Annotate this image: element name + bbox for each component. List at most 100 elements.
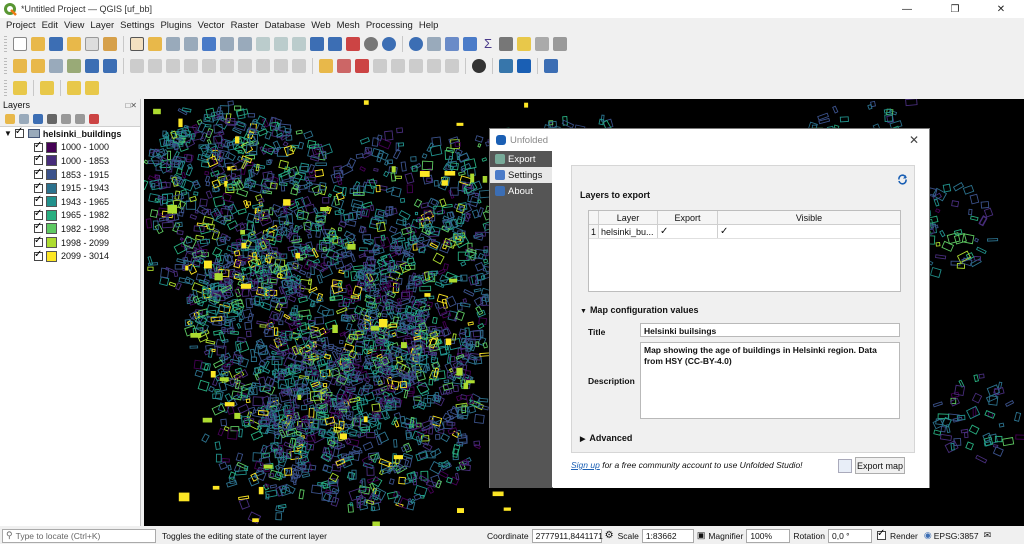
legend-item-checkbox[interactable] bbox=[34, 208, 43, 220]
menu-processing[interactable]: Processing bbox=[363, 20, 416, 31]
nav-about[interactable]: About bbox=[490, 183, 552, 199]
visibility-icon[interactable] bbox=[33, 113, 43, 124]
edit-tool-4-icon[interactable] bbox=[184, 59, 198, 73]
label-tool-5-icon[interactable] bbox=[391, 59, 405, 73]
zoom-next-icon[interactable] bbox=[292, 37, 306, 51]
description-textarea[interactable]: Map showing the age of buildings in Hels… bbox=[640, 342, 900, 419]
zoom-native-icon[interactable] bbox=[256, 37, 270, 51]
toolbar-handle[interactable] bbox=[4, 58, 7, 74]
refresh-icon[interactable] bbox=[382, 37, 396, 51]
label-tool-2-icon[interactable] bbox=[337, 59, 351, 73]
current-edits-icon[interactable] bbox=[13, 59, 27, 73]
new-layer-icon[interactable] bbox=[103, 59, 117, 73]
toggle-editing-icon[interactable] bbox=[31, 59, 45, 73]
menu-layer[interactable]: Layer bbox=[87, 20, 117, 31]
messages-icon[interactable]: ✉ bbox=[984, 530, 992, 541]
legend-item[interactable]: 1915 - 1943 bbox=[0, 181, 140, 195]
identify-icon[interactable] bbox=[409, 37, 423, 51]
menu-mesh[interactable]: Mesh bbox=[334, 20, 363, 31]
print-layout-icon[interactable] bbox=[85, 37, 99, 51]
plugin-icon[interactable] bbox=[472, 59, 486, 73]
coordinate-field[interactable]: 2777911,8441171 bbox=[531, 528, 603, 543]
cell-export-checkbox[interactable]: ✓ bbox=[658, 225, 718, 238]
legend-item-checkbox[interactable] bbox=[34, 194, 43, 207]
map-config-section[interactable]: ▼ Map configuration values bbox=[580, 305, 698, 315]
close-window-button[interactable]: ✕ bbox=[978, 0, 1024, 18]
processing-icon[interactable] bbox=[463, 37, 477, 51]
dialog-close-button[interactable]: ✕ bbox=[909, 133, 919, 147]
lock-scale-icon[interactable]: ▣ bbox=[697, 530, 706, 541]
help-icon[interactable] bbox=[544, 59, 558, 73]
save-edits-icon[interactable] bbox=[85, 59, 99, 73]
edit-tool-8-icon[interactable] bbox=[256, 59, 270, 73]
advanced-section[interactable]: ▶ Advanced bbox=[580, 433, 632, 443]
legend-item[interactable]: 1982 - 1998 bbox=[0, 221, 140, 236]
menu-project[interactable]: Project bbox=[3, 20, 39, 31]
statistics-icon[interactable]: Σ bbox=[481, 37, 495, 51]
legend-item[interactable]: 1943 - 1965 bbox=[0, 194, 140, 209]
legend-item-checkbox[interactable] bbox=[34, 181, 43, 193]
show-bookmarks-icon[interactable] bbox=[346, 37, 360, 51]
edit-tool-6-icon[interactable] bbox=[220, 59, 234, 73]
edit-tool-1-icon[interactable] bbox=[130, 59, 144, 73]
cell-layer[interactable]: helsinki_bu... bbox=[599, 225, 658, 238]
menu-vector[interactable]: Vector bbox=[195, 20, 228, 31]
legend-item[interactable]: 1853 - 1915 bbox=[0, 167, 140, 182]
rotation-field[interactable]: 0,0 ° bbox=[827, 528, 872, 543]
attribute-table-icon[interactable] bbox=[427, 37, 441, 51]
title-input[interactable]: Helsinki builsings bbox=[640, 323, 900, 337]
text-annotation-icon[interactable] bbox=[553, 37, 567, 51]
maximize-button[interactable]: ❐ bbox=[932, 0, 978, 18]
menu-settings[interactable]: Settings bbox=[117, 20, 157, 31]
layer-row-helsinki-buildings[interactable]: ▼ helsinki_buildings bbox=[0, 126, 140, 141]
collapse-icon[interactable]: ▼ bbox=[4, 129, 12, 138]
menu-raster[interactable]: Raster bbox=[228, 20, 262, 31]
col-visible[interactable]: Visible bbox=[718, 211, 900, 224]
table-row[interactable]: 1 helsinki_bu... ✓ ✓ bbox=[589, 225, 900, 239]
collapse-all-icon[interactable] bbox=[75, 113, 85, 124]
legend-item-checkbox[interactable] bbox=[34, 140, 43, 152]
layer-visibility-checkbox[interactable] bbox=[14, 126, 24, 139]
pan-to-selection-icon[interactable] bbox=[148, 37, 162, 51]
zoom-last-icon[interactable] bbox=[274, 37, 288, 51]
nav-settings[interactable]: Settings bbox=[490, 167, 552, 183]
style-panel-icon[interactable] bbox=[5, 113, 15, 124]
legend-item-checkbox[interactable] bbox=[34, 221, 43, 234]
select-features-icon[interactable] bbox=[13, 81, 27, 95]
signup-link[interactable]: Sign up bbox=[571, 460, 600, 470]
legend-item[interactable]: 1000 - 1000 bbox=[0, 140, 140, 155]
legend-item[interactable]: 1000 - 1853 bbox=[0, 153, 140, 168]
open-project-icon[interactable] bbox=[31, 37, 45, 51]
menu-database[interactable]: Database bbox=[262, 20, 309, 31]
legend-item[interactable]: 2099 - 3014 bbox=[0, 249, 140, 263]
label-tool-8-icon[interactable] bbox=[445, 59, 459, 73]
scale-field[interactable]: 1:83662 bbox=[641, 528, 694, 543]
menu-edit[interactable]: Edit bbox=[39, 20, 61, 31]
zoom-out-icon[interactable] bbox=[184, 37, 198, 51]
legend-item[interactable]: 1965 - 1982 bbox=[0, 208, 140, 223]
python-console-icon[interactable] bbox=[499, 59, 513, 73]
menu-web[interactable]: Web bbox=[308, 20, 333, 31]
minimize-button[interactable]: — bbox=[884, 0, 930, 18]
label-tool-1-icon[interactable] bbox=[319, 59, 333, 73]
toolbar-handle[interactable] bbox=[4, 80, 7, 96]
annotation-icon[interactable] bbox=[535, 37, 549, 51]
label-tool-7-icon[interactable] bbox=[427, 59, 441, 73]
expand-all-icon[interactable] bbox=[61, 113, 71, 124]
bookmark-icon[interactable] bbox=[328, 37, 342, 51]
label-tool-4-icon[interactable] bbox=[373, 59, 387, 73]
select-by-value-icon[interactable] bbox=[40, 81, 54, 95]
menu-help[interactable]: Help bbox=[416, 20, 442, 31]
remove-layer-icon[interactable] bbox=[89, 113, 99, 124]
legend-item-checkbox[interactable] bbox=[34, 235, 43, 248]
digitize-icon[interactable] bbox=[67, 59, 81, 73]
edit-tool-7-icon[interactable] bbox=[238, 59, 252, 73]
add-group-icon[interactable] bbox=[19, 113, 29, 124]
pan-icon[interactable] bbox=[130, 37, 144, 51]
undo-icon[interactable] bbox=[274, 59, 288, 73]
zoom-selection-icon[interactable] bbox=[220, 37, 234, 51]
magnifier-field[interactable]: 100% bbox=[746, 528, 791, 543]
deselect-icon[interactable] bbox=[67, 81, 81, 95]
col-export[interactable]: Export bbox=[658, 211, 718, 224]
new-map-view-icon[interactable] bbox=[310, 37, 324, 51]
